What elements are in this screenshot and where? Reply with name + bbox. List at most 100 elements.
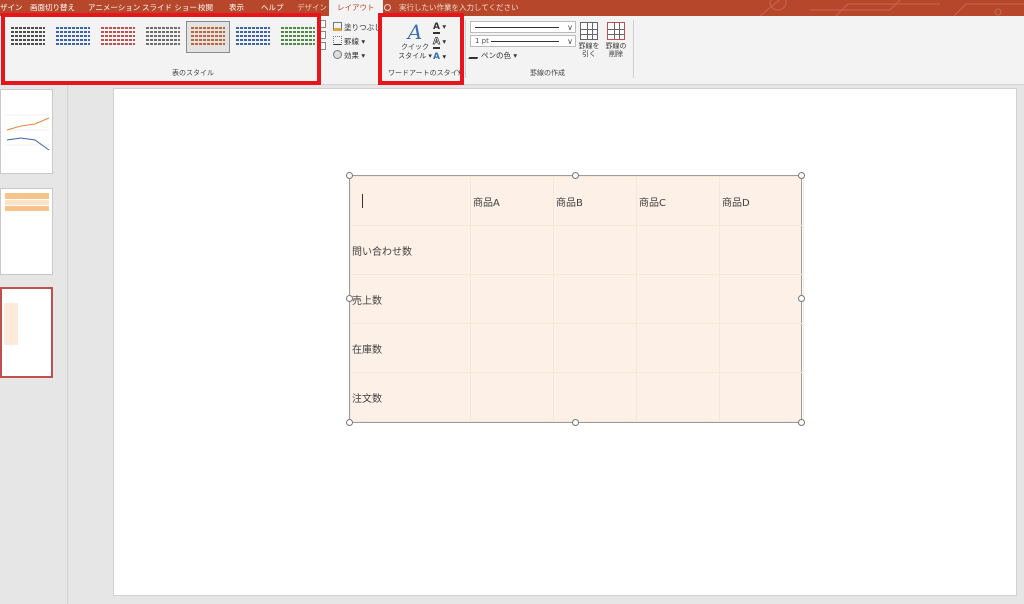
slide-table[interactable]: 商品A 商品B 商品C 商品D 問い合わせ数 売上数 在庫数 注文数	[349, 175, 804, 423]
draw-table-icon	[580, 22, 598, 40]
table-cell-corner[interactable]	[350, 176, 471, 226]
resize-handle-bottom-left[interactable]	[346, 419, 353, 426]
table-cell[interactable]	[636, 372, 720, 422]
paint-bucket-icon	[333, 22, 342, 31]
chevron-down-icon: ∨	[567, 23, 573, 32]
draw-table-label-2: 引く	[582, 50, 596, 58]
table-cell[interactable]	[636, 274, 720, 324]
table-style-swatch-selected[interactable]	[186, 21, 230, 53]
resize-handle-right[interactable]	[798, 295, 805, 302]
table-cell[interactable]	[719, 372, 804, 422]
borders-label: 罫線	[344, 37, 359, 46]
gallery-down-icon[interactable]	[318, 31, 326, 39]
swatch-preview	[56, 27, 90, 47]
tab-design-partial[interactable]: ザイン	[0, 0, 23, 16]
borders-button[interactable]: 罫線 ▾	[333, 36, 365, 48]
table-cell[interactable]	[470, 274, 554, 324]
swatch-preview	[146, 27, 180, 47]
pen-weight-dropdown[interactable]: 1 pt ∨	[470, 35, 576, 47]
column-header-b[interactable]: 商品B	[553, 176, 637, 226]
resize-handle-bottom-right[interactable]	[798, 419, 805, 426]
text-effects-button[interactable]: A ▾	[433, 51, 446, 63]
tab-help[interactable]: ヘルプ	[261, 0, 284, 16]
table-thumbnail	[4, 303, 18, 345]
eraser-label-2: 削除	[609, 50, 623, 58]
row-label-sales[interactable]: 売上数	[350, 274, 471, 324]
table-style-swatch[interactable]	[51, 21, 95, 53]
resize-handle-left[interactable]	[346, 295, 353, 302]
pen-color-button[interactable]: ペンの色 ▾	[468, 50, 517, 62]
gallery-up-icon[interactable]	[318, 20, 326, 28]
table-cell[interactable]	[719, 274, 804, 324]
text-fill-button[interactable]: A ▾	[433, 21, 446, 34]
table-style-swatch[interactable]	[231, 21, 275, 53]
row-label-stock[interactable]: 在庫数	[350, 323, 471, 373]
table-style-swatch[interactable]	[276, 21, 320, 53]
table-cell[interactable]	[719, 225, 804, 275]
row-label-inquiries[interactable]: 問い合わせ数	[350, 225, 471, 275]
draw-table-label: 罫線を	[578, 42, 600, 50]
draw-table-button[interactable]: 罫線を 引く	[576, 22, 602, 58]
table-thumbnail-row	[5, 200, 49, 205]
swatch-preview	[191, 27, 225, 47]
resize-handle-top[interactable]	[572, 172, 579, 179]
borders-icon	[333, 36, 342, 45]
resize-handle-top-left[interactable]	[346, 172, 353, 179]
tab-slideshow[interactable]: スライド ショー	[142, 0, 197, 16]
dialog-launcher-icon[interactable]: ↘	[456, 68, 461, 75]
table-cell[interactable]	[553, 225, 637, 275]
effects-label: 効果	[344, 51, 359, 60]
text-outline-button[interactable]: A ▾	[433, 36, 446, 49]
tab-review[interactable]: 校閲	[198, 0, 213, 16]
ribbon-tab-bar: ザイン 画面切り替え アニメーション スライド ショー 校閲 表示 ヘルプ デザ…	[0, 0, 1024, 16]
effects-icon	[333, 50, 342, 59]
row-label-orders[interactable]: 注文数	[350, 372, 471, 422]
slide-thumbnail[interactable]	[0, 188, 53, 275]
resize-handle-top-right[interactable]	[798, 172, 805, 179]
swatch-preview	[281, 27, 315, 47]
search-icon	[384, 4, 391, 11]
table-cell[interactable]	[553, 274, 637, 324]
table-style-swatch[interactable]	[6, 21, 50, 53]
shading-button[interactable]: 塗りつぶし	[333, 22, 382, 34]
table-cell[interactable]	[470, 323, 554, 373]
column-header-a[interactable]: 商品A	[470, 176, 554, 226]
pen-style-line	[475, 27, 559, 28]
group-label-draw-borders: 罫線の作成	[530, 69, 565, 77]
effects-button[interactable]: 効果 ▾	[333, 50, 365, 62]
table-cell[interactable]	[719, 323, 804, 373]
eraser-icon	[607, 22, 625, 40]
table-cell[interactable]	[553, 372, 637, 422]
slide-thumbnail[interactable]	[0, 89, 53, 174]
table-cell[interactable]	[553, 323, 637, 373]
tab-table-design[interactable]: デザイン	[297, 0, 327, 16]
table-cell[interactable]	[636, 323, 720, 373]
ribbon-separator	[465, 20, 466, 78]
table-cell[interactable]	[636, 225, 720, 275]
tab-table-layout[interactable]: レイアウト	[329, 0, 383, 16]
tab-transitions[interactable]: 画面切り替え	[30, 0, 75, 16]
table-style-swatch[interactable]	[96, 21, 140, 53]
tab-animations[interactable]: アニメーション	[88, 0, 140, 16]
data-table: 商品A 商品B 商品C 商品D 問い合わせ数 売上数 在庫数 注文数	[350, 176, 804, 422]
tell-me-search[interactable]: 実行したい作業を入力してください	[384, 0, 519, 16]
chart-thumbnail-icon	[6, 114, 50, 151]
tab-view[interactable]: 表示	[229, 0, 244, 16]
table-row: 問い合わせ数	[350, 225, 804, 275]
eraser-button[interactable]: 罫線の 削除	[603, 22, 629, 58]
slide-thumbnail-current[interactable]	[0, 287, 53, 378]
resize-handle-bottom[interactable]	[572, 419, 579, 426]
wordart-a-icon: A	[407, 20, 423, 44]
column-header-d[interactable]: 商品D	[719, 176, 804, 226]
pen-weight-value: 1 pt	[475, 36, 491, 46]
pen-style-dropdown[interactable]: ∨	[470, 21, 576, 33]
table-cell[interactable]	[470, 225, 554, 275]
quick-style-label-2: スタイル	[398, 52, 427, 60]
quick-styles-button[interactable]: A クイック スタイル ▾	[398, 21, 432, 61]
pen-icon	[468, 50, 481, 59]
table-style-swatch[interactable]	[141, 21, 185, 53]
gallery-more-icon[interactable]	[318, 42, 326, 50]
table-cell[interactable]	[470, 372, 554, 422]
eraser-label: 罫線の	[605, 42, 627, 50]
column-header-c[interactable]: 商品C	[636, 176, 720, 226]
